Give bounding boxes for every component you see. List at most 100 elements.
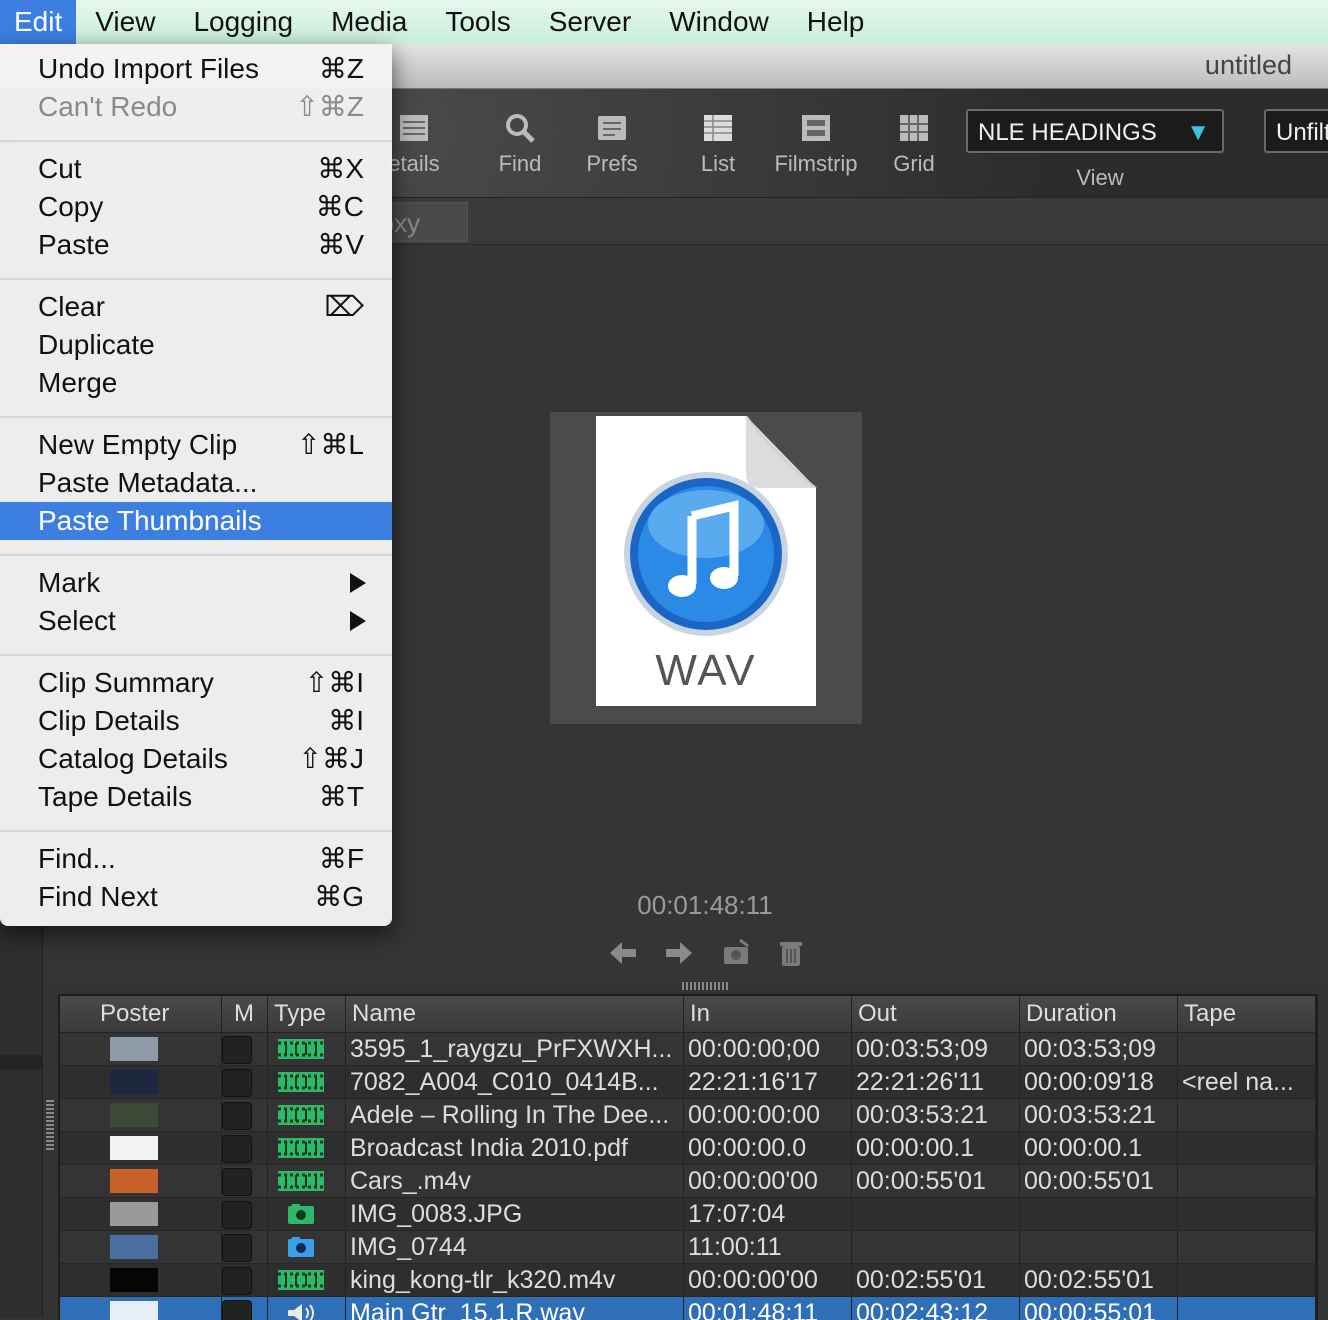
trash-icon[interactable] <box>776 938 806 968</box>
table-row[interactable]: 3595_1_raygzu_PrFXWXH... 00:00:00;00 00:03… <box>60 1033 1316 1066</box>
toolbar-filmstrip-button[interactable]: Filmstrip <box>766 111 866 177</box>
unfilter-button[interactable]: Unfilt <box>1264 109 1328 153</box>
menu-view[interactable]: View <box>76 0 174 44</box>
cell-divider <box>268 1099 346 1131</box>
cell-divider <box>268 1165 346 1197</box>
menu-item-new-empty-clip[interactable]: New Empty Clip ⇧⌘L <box>0 426 392 464</box>
cell-tape <box>1178 1132 1316 1164</box>
menu-item-find[interactable]: Find... ⌘F <box>0 840 392 878</box>
prefs-icon <box>598 116 626 140</box>
splitter-grip[interactable] <box>46 1100 54 1150</box>
table-row[interactable]: Broadcast India 2010.pdf 00:00:00.0 00:00:… <box>60 1132 1316 1165</box>
menu-item-paste-thumbnails[interactable]: Paste Thumbnails <box>0 502 392 540</box>
cell-name: king_kong-tlr_k320.m4v <box>346 1264 684 1296</box>
column-header-in[interactable]: In <box>684 996 852 1032</box>
horizontal-splitter-grip[interactable] <box>682 982 730 990</box>
column-header-type[interactable]: Type <box>268 996 346 1032</box>
menu-item-undo-import-files[interactable]: Undo Import Files ⌘Z <box>0 50 392 88</box>
cell-divider <box>222 1297 268 1320</box>
submenu-arrow-icon <box>350 611 366 631</box>
menu-separator <box>0 554 392 556</box>
menu-item-shortcut: ⇧⌘I <box>304 667 364 698</box>
column-header-out[interactable]: Out <box>852 996 1020 1032</box>
menu-server[interactable]: Server <box>530 0 650 44</box>
camera-icon[interactable] <box>722 938 752 968</box>
column-header-tape[interactable]: Tape <box>1178 996 1316 1032</box>
cell-divider <box>60 1231 222 1263</box>
table-row[interactable]: 7082_A004_C010_0414B... 22:21:16'17 22:21:… <box>60 1066 1316 1099</box>
menu-separator <box>0 654 392 656</box>
menu-item-find-next[interactable]: Find Next ⌘G <box>0 878 392 916</box>
cell-name: Cars_.m4v <box>346 1165 684 1197</box>
menu-item-shortcut: ⇧⌘Z <box>295 91 364 122</box>
menu-item-label: Undo Import Files <box>38 53 259 84</box>
menu-separator <box>0 416 392 418</box>
menu-item-paste[interactable]: Paste ⌘V <box>0 226 392 264</box>
cell-divider <box>60 1264 222 1296</box>
cell-divider <box>268 1297 346 1320</box>
toolbar-list-button[interactable]: List <box>668 111 768 177</box>
view-label: View <box>1076 165 1124 190</box>
menu-help[interactable]: Help <box>788 0 884 44</box>
cell-out: 22:21:26'11 <box>852 1066 1020 1098</box>
cell-divider <box>222 1264 268 1296</box>
menu-item-shortcut: ⌘T <box>318 781 364 812</box>
cell-in: 11:00:11 <box>684 1231 852 1263</box>
menu-item-copy[interactable]: Copy ⌘C <box>0 188 392 226</box>
menu-item-label: Can't Redo <box>38 91 178 122</box>
arrow-left-icon[interactable] <box>608 938 638 968</box>
cell-in: 00:00:00;00 <box>684 1033 852 1065</box>
menu-item-select[interactable]: Select <box>0 602 392 640</box>
toolbar-find-button[interactable]: Find <box>470 111 570 177</box>
toolbar-grid-button[interactable]: Grid <box>864 111 964 177</box>
column-header-name[interactable]: Name <box>346 996 684 1032</box>
menu-item-label: Merge <box>38 367 118 398</box>
menu-item-catalog-details[interactable]: Catalog Details ⇧⌘J <box>0 740 392 778</box>
menu-edit[interactable]: Edit <box>0 0 77 44</box>
menu-tools[interactable]: Tools <box>426 0 529 44</box>
menu-logging[interactable]: Logging <box>174 0 312 44</box>
menu-media[interactable]: Media <box>312 0 426 44</box>
cell-duration: 00:00:55:01 <box>1020 1297 1178 1320</box>
table-row[interactable]: IMG_0744 11:00:11 <box>60 1231 1316 1264</box>
cell-tape <box>1178 1297 1316 1320</box>
view-select[interactable]: NLE HEADINGS ▼ <box>966 109 1224 153</box>
chevron-down-icon: ▼ <box>1186 119 1210 146</box>
menu-item-tape-details[interactable]: Tape Details ⌘T <box>0 778 392 816</box>
menu-item-duplicate[interactable]: Duplicate <box>0 326 392 364</box>
menu-item-shortcut: ⌘F <box>318 843 364 874</box>
menu-item-paste-metadata[interactable]: Paste Metadata... <box>0 464 392 502</box>
menu-item-clip-summary[interactable]: Clip Summary ⇧⌘I <box>0 664 392 702</box>
table-header: Poster M Type Name In Out Duration Tape <box>60 996 1316 1033</box>
column-header-m[interactable]: M <box>222 996 268 1032</box>
menu-item-label: Mark <box>38 567 101 598</box>
menu-item-merge[interactable]: Merge <box>0 364 392 402</box>
window-title: untitled <box>1204 50 1292 80</box>
menu-item-label: Clip Details <box>38 705 180 736</box>
table-row[interactable]: IMG_0083.JPG 17:07:04 <box>60 1198 1316 1231</box>
clip-table: Poster M Type Name In Out Duration Tape 3595_1_… <box>58 994 1318 1320</box>
cell-duration: 00:00:09'18 <box>1020 1066 1178 1098</box>
menu-window[interactable]: Window <box>650 0 788 44</box>
menu-item-cut[interactable]: Cut ⌘X <box>0 150 392 188</box>
menu-separator <box>0 140 392 142</box>
cell-divider <box>60 1132 222 1164</box>
column-header-duration[interactable]: Duration <box>1020 996 1178 1032</box>
table-row[interactable]: Adele – Rolling In The Dee... 00:00:00:00… <box>60 1099 1316 1132</box>
arrow-right-icon[interactable] <box>664 938 694 968</box>
grid-icon <box>900 115 928 141</box>
menu-item-label: Select <box>38 605 116 636</box>
cell-tape <box>1178 1264 1316 1296</box>
menu-item-mark[interactable]: Mark <box>0 564 392 602</box>
menu-item-clip-details[interactable]: Clip Details ⌘I <box>0 702 392 740</box>
toolbar-prefs-button[interactable]: Prefs <box>562 111 662 177</box>
toolbar-label: Grid <box>893 151 935 176</box>
table-row[interactable]: Cars_.m4v 00:00:00'00 00:00:55'01 00:00:55'… <box>60 1165 1316 1198</box>
menu-item-shortcut: ⇧⌘J <box>298 743 364 774</box>
menu-item-clear[interactable]: Clear ⌦ <box>0 288 392 326</box>
table-row[interactable]: king_kong-tlr_k320.m4v 00:00:00'00 00:02:5… <box>60 1264 1316 1297</box>
cell-duration: 00:00:00.1 <box>1020 1132 1178 1164</box>
column-header-poster[interactable]: Poster <box>60 996 222 1032</box>
table-row[interactable]: Main Gtr_15.1.R.wav 00:01:48:11 00:02:43:1… <box>60 1297 1316 1320</box>
table-body: 3595_1_raygzu_PrFXWXH... 00:00:00;00 00:03… <box>60 1033 1316 1320</box>
